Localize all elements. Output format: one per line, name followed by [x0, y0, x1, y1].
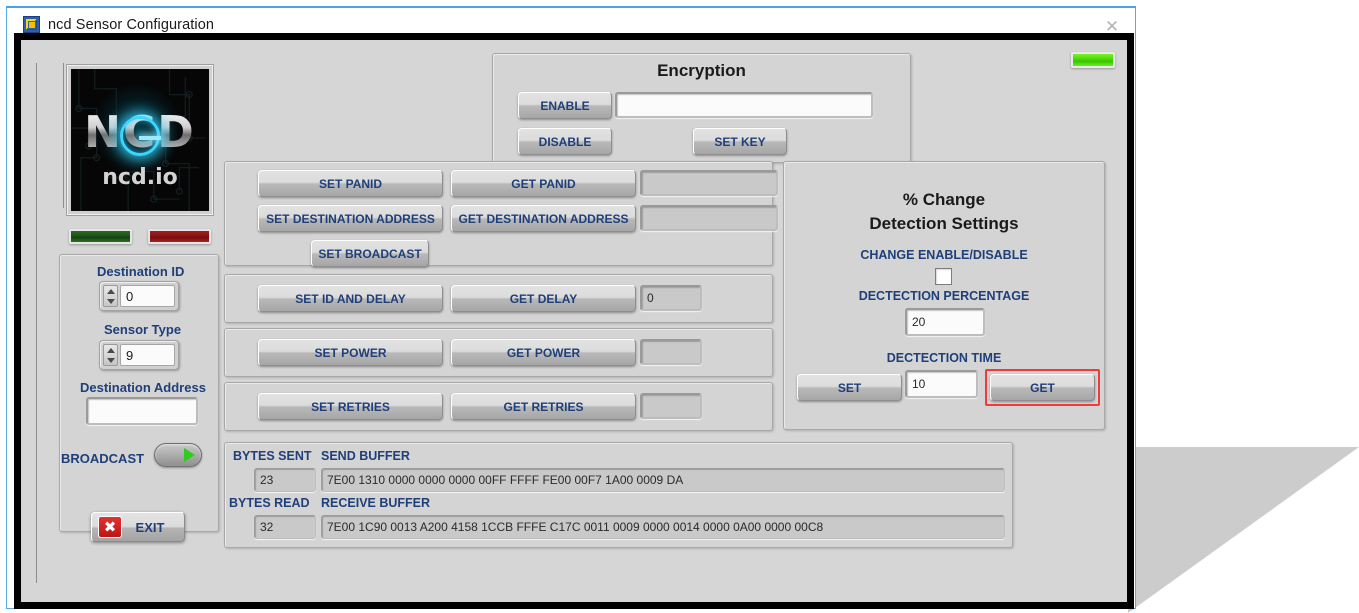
send-buffer-value: 7E00 1310 0000 0000 0000 00FF FFFF FE00 … — [321, 468, 1005, 492]
bytes-read-label: BYTES READ — [229, 496, 310, 510]
retries-value-field — [640, 393, 702, 419]
set-retries-button[interactable]: SET RETRIES — [258, 393, 443, 420]
encryption-key-input[interactable] — [615, 92, 873, 118]
get-panid-button[interactable]: GET PANID — [451, 170, 636, 197]
encryption-enable-button[interactable]: ENABLE — [518, 92, 612, 119]
application-canvas: NCD ncd.io Destination ID 0 Sensor Type — [21, 40, 1127, 602]
red-status-led — [148, 229, 211, 244]
encryption-disable-button[interactable]: DISABLE — [518, 128, 612, 155]
exit-label: EXIT — [135, 519, 165, 535]
delay-value-field: 0 — [640, 285, 702, 311]
get-power-button[interactable]: GET POWER — [451, 339, 636, 366]
change-detection-title-line1: % Change — [902, 190, 986, 209]
broadcast-toggle[interactable] — [154, 443, 202, 467]
encryption-title: Encryption — [657, 61, 746, 80]
destination-id-spin-arrows[interactable] — [103, 285, 118, 307]
logo-domain: ncd.io — [102, 165, 178, 190]
detection-percentage-label: DECTECTION PERCENTAGE — [858, 289, 1030, 303]
encryption-set-key-button[interactable]: SET KEY — [693, 128, 787, 155]
broadcast-label: BROADCAST — [61, 451, 145, 466]
panid-value-field — [640, 170, 778, 196]
chevron-up-icon[interactable] — [106, 347, 115, 353]
destination-address-label: Destination Address — [80, 380, 206, 395]
play-triangle-icon — [184, 448, 195, 462]
sensor-type-stepper[interactable]: 9 — [99, 340, 179, 370]
exit-button[interactable]: ✖ EXIT — [91, 512, 185, 542]
detection-percentage-input[interactable]: 20 — [905, 308, 985, 336]
get-destination-address-button[interactable]: GET DESTINATION ADDRESS — [451, 205, 636, 232]
ncd-logo-image: NCD ncd.io — [71, 69, 209, 211]
set-destination-address-button[interactable]: SET DESTINATION ADDRESS — [258, 205, 443, 232]
activity-led — [1071, 52, 1115, 68]
set-broadcast-button[interactable]: SET BROADCAST — [311, 240, 429, 267]
scroll-guide-left — [36, 63, 37, 583]
change-detection-get-button[interactable]: GET — [990, 374, 1095, 401]
change-enable-disable-checkbox[interactable] — [935, 268, 952, 285]
get-retries-button[interactable]: GET RETRIES — [451, 393, 636, 420]
bytes-read-value: 32 — [254, 515, 316, 539]
sensor-type-label: Sensor Type — [104, 322, 182, 337]
power-value-field — [640, 339, 702, 365]
chevron-down-icon[interactable] — [106, 298, 115, 304]
ncd-logo-frame: NCD ncd.io — [66, 64, 214, 216]
window-title: ncd Sensor Configuration — [48, 16, 215, 33]
destination-id-stepper[interactable]: 0 — [99, 281, 179, 311]
close-x-icon: ✖ — [98, 516, 122, 538]
destination-address-input[interactable] — [86, 397, 198, 425]
green-status-led — [69, 229, 132, 244]
set-panid-button[interactable]: SET PANID — [258, 170, 443, 197]
logo-power-ring-icon — [120, 116, 161, 156]
detection-time-label: DECTECTION TIME — [886, 351, 1002, 365]
chevron-down-icon[interactable] — [106, 357, 115, 363]
set-id-and-delay-button[interactable]: SET ID AND DELAY — [258, 285, 443, 312]
get-delay-button[interactable]: GET DELAY — [451, 285, 636, 312]
destination-id-label: Destination ID — [97, 264, 185, 279]
destination-address-value-field — [640, 205, 778, 231]
bytes-sent-label: BYTES SENT — [233, 449, 312, 463]
set-power-button[interactable]: SET POWER — [258, 339, 443, 366]
labview-icon — [23, 16, 40, 33]
receive-buffer-label: RECEIVE BUFFER — [321, 496, 431, 510]
destination-id-value[interactable]: 0 — [120, 285, 175, 307]
application-window: NCD ncd.io Destination ID 0 Sensor Type — [14, 33, 1134, 609]
detection-time-input[interactable]: 10 — [905, 370, 978, 398]
scroll-guide-inner — [63, 63, 64, 208]
sensor-type-value[interactable]: 9 — [120, 344, 175, 366]
screen-root: ncd Sensor Configuration ✕ NCD ncd.io De… — [0, 0, 1359, 613]
change-detection-set-button[interactable]: SET — [797, 374, 902, 401]
change-detection-title-line2: Detection Settings — [869, 214, 1019, 233]
change-enable-disable-label: CHANGE ENABLE/DISABLE — [860, 248, 1028, 262]
desktop-shadow — [1128, 447, 1359, 613]
receive-buffer-value: 7E00 1C90 0013 A200 4158 1CCB FFFE C17C … — [321, 515, 1005, 539]
bytes-sent-value: 23 — [254, 468, 316, 492]
send-buffer-label: SEND BUFFER — [321, 449, 410, 463]
chevron-up-icon[interactable] — [106, 288, 115, 294]
sensor-type-spin-arrows[interactable] — [103, 344, 118, 366]
